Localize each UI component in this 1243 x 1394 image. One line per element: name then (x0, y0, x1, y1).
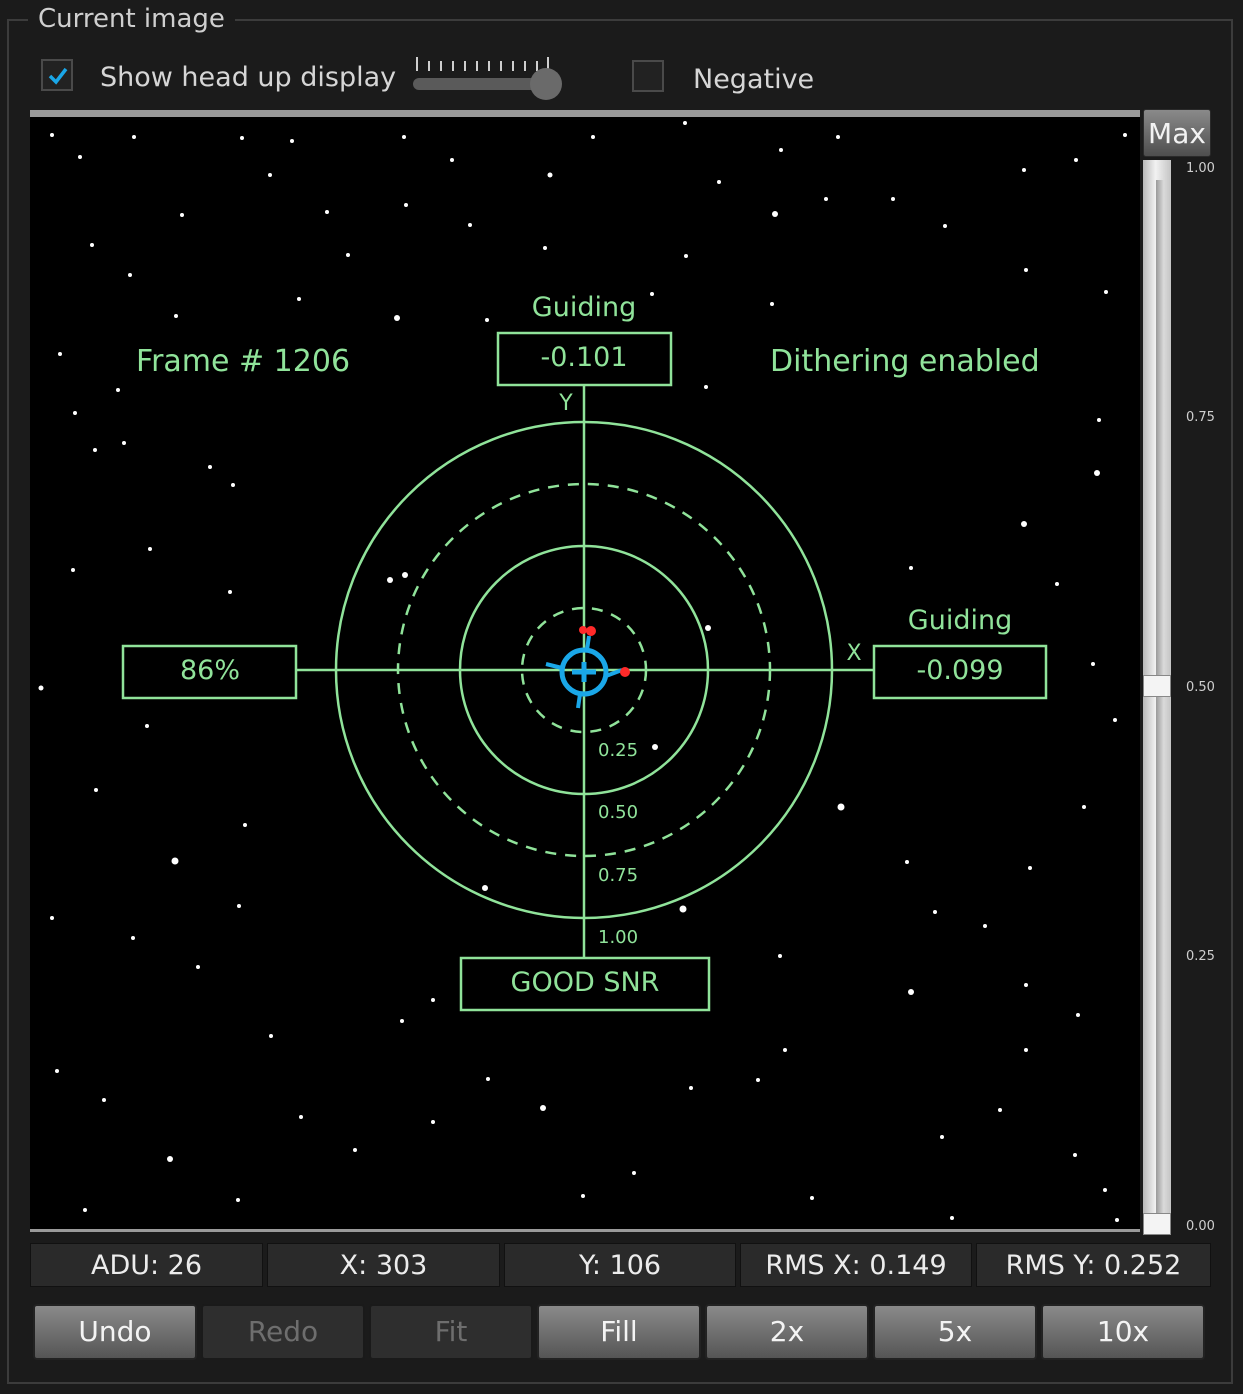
star-marker (620, 667, 630, 677)
zoom-2x-button[interactable]: 2x (705, 1304, 869, 1360)
right-status-label: Guiding (908, 605, 1012, 636)
max-button[interactable]: Max (1143, 109, 1211, 157)
scale-label: 1.00 (1186, 161, 1215, 176)
rms-x-readout: RMS X: 0.149 (740, 1243, 972, 1287)
hud-checkbox-label[interactable]: Show head up display (100, 61, 396, 95)
star-field: Frame # 1206 Dithering enabled Guiding -… (38, 121, 1127, 1222)
undo-button[interactable]: Undo (33, 1304, 197, 1360)
adu-readout: ADU: 26 (30, 1243, 263, 1287)
image-top-border (30, 110, 1140, 117)
stretch-slider-thumb-low[interactable] (1143, 1213, 1171, 1235)
zoom-5x-button[interactable]: 5x (873, 1304, 1037, 1360)
fit-button[interactable]: Fit (369, 1304, 533, 1360)
hud-checkbox[interactable] (41, 59, 73, 91)
zoom-10x-button[interactable]: 10x (1041, 1304, 1205, 1360)
image-bottom-border (30, 1229, 1140, 1232)
ring-label: 0.50 (598, 802, 638, 823)
star-marker (586, 626, 596, 636)
left-value-label: 86% (180, 655, 240, 686)
x-axis-label: X (846, 641, 861, 666)
negative-checkbox[interactable] (632, 60, 664, 92)
scale-label: 0.50 (1186, 680, 1215, 695)
group-title: Current image (28, 2, 235, 36)
hud-opacity-slider-thumb[interactable] (530, 68, 562, 100)
top-value-label: -0.101 (540, 342, 627, 373)
frame-label: Frame # 1206 (136, 344, 350, 379)
dithering-label: Dithering enabled (770, 344, 1040, 379)
star-marker (579, 626, 587, 634)
negative-checkbox-label[interactable]: Negative (693, 63, 814, 97)
ring-label: 0.25 (598, 740, 638, 761)
ring-label: 0.75 (598, 865, 638, 886)
right-value-label: -0.099 (916, 655, 1003, 686)
checkmark-icon (48, 67, 68, 85)
top-status-label: Guiding (532, 292, 636, 323)
scale-label: 0.00 (1186, 1219, 1215, 1234)
y-readout: Y: 106 (504, 1243, 736, 1287)
redo-button[interactable]: Redo (201, 1304, 365, 1360)
snr-label: GOOD SNR (511, 967, 660, 998)
fill-button[interactable]: Fill (537, 1304, 701, 1360)
rms-y-readout: RMS Y: 0.252 (976, 1243, 1211, 1287)
crosshair (545, 626, 630, 709)
guide-image[interactable]: Frame # 1206 Dithering enabled Guiding -… (30, 110, 1140, 1232)
x-readout: X: 303 (267, 1243, 500, 1287)
slider-ticks (416, 57, 549, 71)
stretch-slider-track (1156, 180, 1164, 1220)
scale-label: 0.75 (1186, 410, 1215, 425)
ring-label: 1.00 (598, 927, 638, 948)
scale-label: 0.25 (1186, 949, 1215, 964)
stretch-slider-thumb-mid[interactable] (1143, 675, 1171, 697)
y-axis-label: Y (558, 391, 573, 416)
